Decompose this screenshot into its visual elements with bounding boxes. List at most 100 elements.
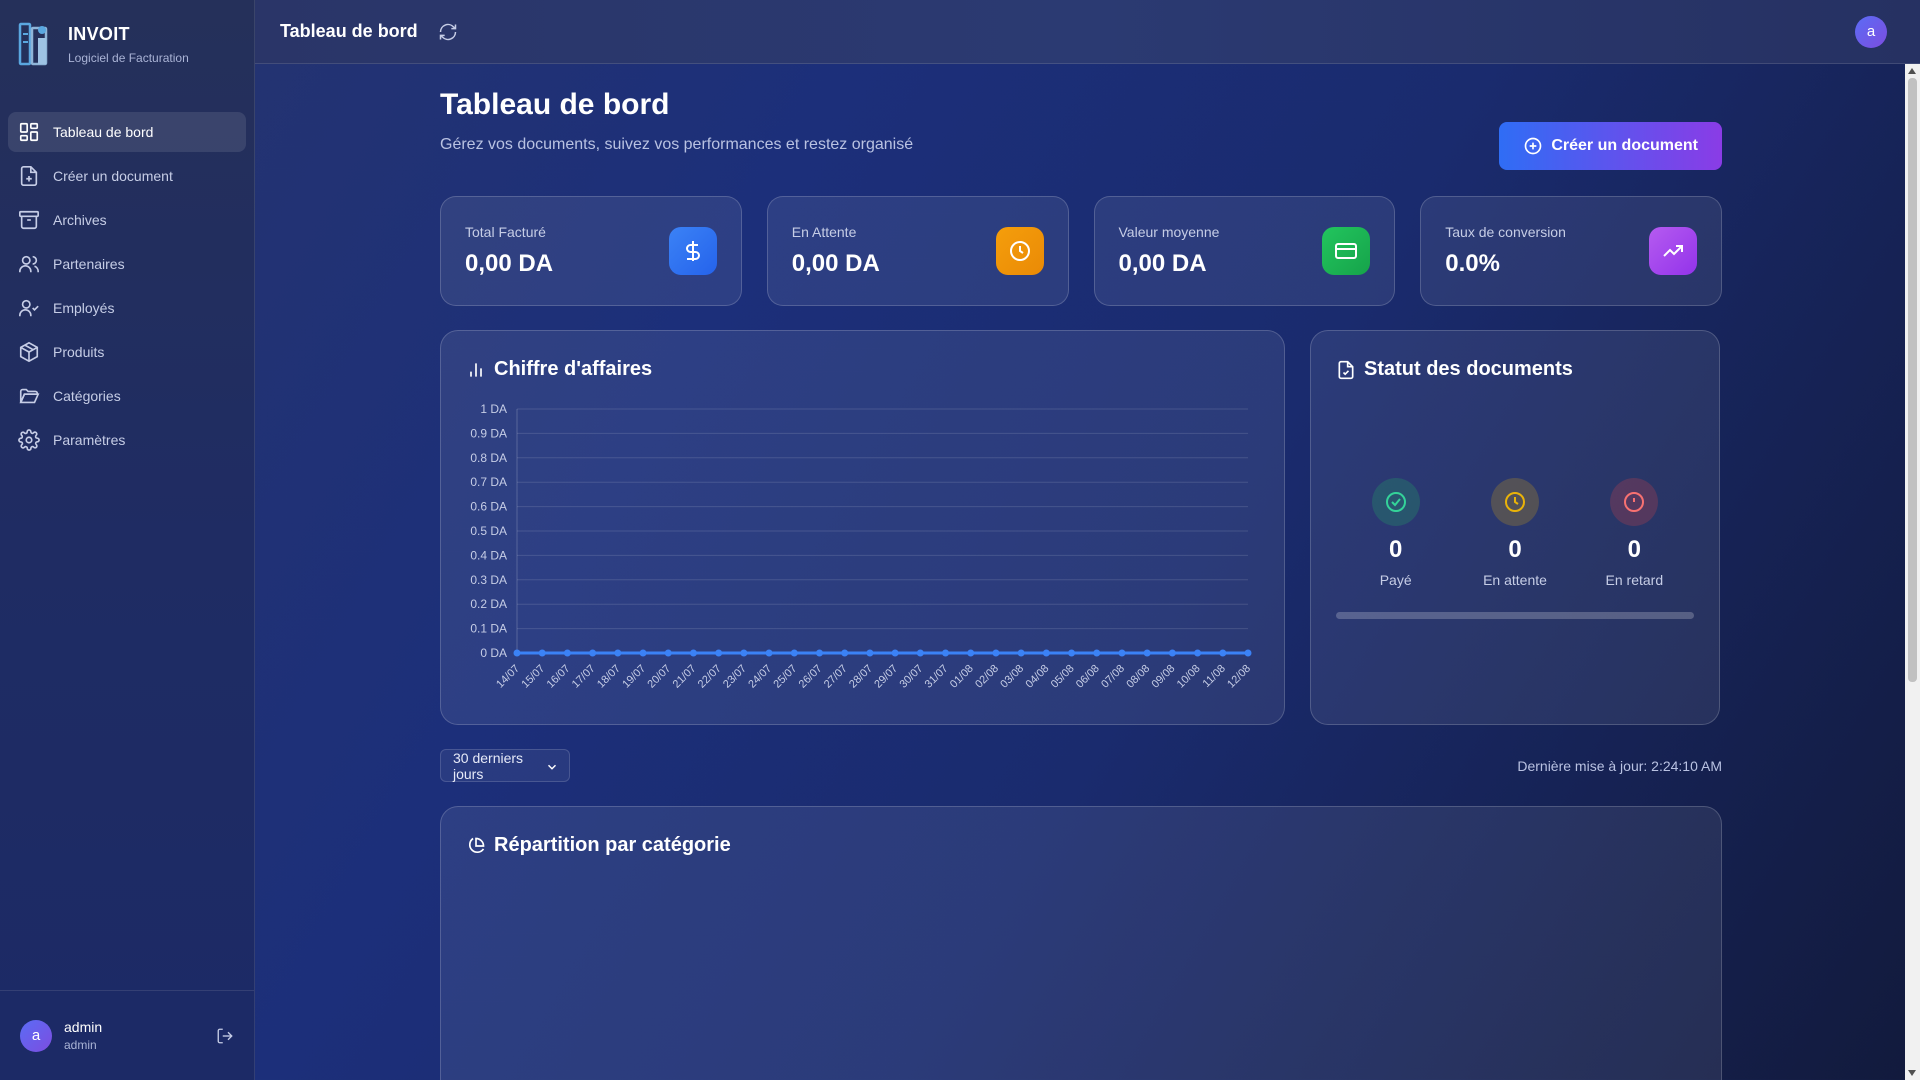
check-circle-icon bbox=[1385, 492, 1406, 512]
stat-card-total: Total Facturé 0,00 DA bbox=[440, 196, 742, 306]
chart-data-point bbox=[1118, 649, 1126, 657]
alert-circle-icon bbox=[1624, 492, 1645, 512]
chart-x-tick-label: 12/08 bbox=[1225, 663, 1253, 691]
chart-x-tick-label: 05/08 bbox=[1049, 663, 1077, 691]
clock-icon bbox=[1504, 492, 1525, 512]
chart-x-tick-label: 18/07 bbox=[595, 663, 623, 691]
sidebar-item-dashboard[interactable]: Tableau de bord bbox=[8, 112, 246, 152]
create-document-button[interactable]: Créer un document bbox=[1499, 122, 1722, 170]
chart-x-tick-label: 14/07 bbox=[494, 663, 522, 691]
sidebar: INVOIT Logiciel de Facturation Tableau d… bbox=[0, 0, 255, 1080]
chart-data-point bbox=[1068, 649, 1076, 657]
revenue-chart-panel: 0 DA 0.1 DA 0.2 DA 0.3 DA 0.4 DA 0.5 DA 0.6 DA… bbox=[440, 330, 1285, 725]
stat-value: 0.0% bbox=[1445, 250, 1500, 277]
sidebar-item-products[interactable]: Produits bbox=[8, 332, 246, 372]
stat-icon-box bbox=[995, 227, 1044, 275]
chart-x-tick-label: 21/07 bbox=[671, 663, 699, 691]
chart-data-point bbox=[740, 649, 748, 657]
stat-icon-box bbox=[668, 227, 717, 275]
header-avatar[interactable]: a bbox=[1855, 15, 1887, 48]
chart-data-point bbox=[891, 649, 899, 657]
chart-data-point bbox=[589, 649, 597, 657]
status-paid: 0 Payé bbox=[1336, 478, 1455, 588]
chart-data-point bbox=[765, 649, 773, 657]
dollar-icon bbox=[685, 241, 700, 261]
trending-up-icon bbox=[1663, 245, 1683, 257]
sidebar-item-categories[interactable]: Catégories bbox=[8, 376, 246, 416]
stat-label: En Attente bbox=[791, 224, 857, 240]
status-count: 0 bbox=[1388, 536, 1403, 563]
chart-x-tick-label: 31/07 bbox=[923, 663, 951, 691]
credit-card-icon bbox=[1335, 243, 1358, 259]
chart-y-tick-label: 0.3 DA bbox=[470, 573, 507, 587]
revenue-title-text: Chiffre d'affaires bbox=[494, 358, 653, 380]
stat-label: Total Facturé bbox=[465, 224, 546, 240]
bar-chart-icon bbox=[470, 362, 482, 377]
stat-value: 0,00 DA bbox=[791, 250, 880, 277]
chart-data-point bbox=[614, 649, 622, 657]
status-icon-circle bbox=[1371, 478, 1420, 526]
stat-card-conversion: Taux de conversion 0.0% bbox=[1420, 196, 1722, 306]
brand[interactable]: INVOIT Logiciel de Facturation bbox=[0, 0, 254, 88]
top-header: Tableau de bord a bbox=[255, 0, 1920, 64]
invoit-logo-icon bbox=[18, 22, 48, 66]
status-title-text: Statut des documents bbox=[1364, 358, 1573, 380]
chart-data-point bbox=[866, 649, 874, 657]
file-check-icon bbox=[1338, 360, 1354, 379]
chart-x-tick-label: 26/07 bbox=[797, 663, 825, 691]
chart-data-point bbox=[841, 649, 849, 657]
sidebar-item-label: Produits bbox=[53, 344, 105, 360]
refresh-icon[interactable] bbox=[438, 22, 458, 42]
avatar[interactable]: a bbox=[20, 1019, 52, 1052]
chart-data-point bbox=[1143, 649, 1151, 657]
user-role: admin bbox=[64, 1038, 97, 1052]
chart-x-tick-label: 28/07 bbox=[847, 663, 875, 691]
chart-x-tick-label: 03/08 bbox=[998, 663, 1026, 691]
sidebar-item-label: Employés bbox=[53, 300, 115, 316]
sidebar-item-label: Créer un document bbox=[53, 168, 173, 184]
status-label: En retard bbox=[1605, 572, 1664, 588]
chart-x-tick-label: 02/08 bbox=[973, 663, 1001, 691]
sidebar-item-settings[interactable]: Paramètres bbox=[8, 420, 246, 460]
chart-x-tick-label: 19/07 bbox=[620, 663, 648, 691]
sidebar-item-create-document[interactable]: Créer un document bbox=[8, 156, 246, 196]
scroll-up-arrow[interactable] bbox=[1908, 68, 1916, 74]
period-select[interactable]: 30 derniers jours bbox=[440, 749, 570, 782]
archive-icon bbox=[19, 210, 39, 230]
chart-x-tick-label: 10/08 bbox=[1175, 663, 1203, 691]
stat-label: Taux de conversion bbox=[1445, 224, 1566, 240]
chart-data-point bbox=[1194, 649, 1202, 657]
status-pending: 0 En attente bbox=[1455, 478, 1574, 588]
stat-value: 0,00 DA bbox=[1118, 250, 1207, 277]
sidebar-item-archives[interactable]: Archives bbox=[8, 200, 246, 240]
chart-y-tick-label: 0.7 DA bbox=[470, 475, 507, 489]
chart-x-tick-label: 27/07 bbox=[822, 663, 850, 691]
chart-data-point bbox=[916, 649, 924, 657]
status-icon-circle bbox=[1490, 478, 1539, 526]
chart-data-point bbox=[563, 649, 571, 657]
chart-y-tick-label: 0.5 DA bbox=[470, 524, 507, 538]
scroll-thumb[interactable] bbox=[1908, 78, 1917, 682]
status-count: 0 bbox=[1508, 536, 1522, 563]
sidebar-item-label: Tableau de bord bbox=[53, 124, 154, 140]
chart-x-tick-label: 30/07 bbox=[897, 663, 925, 691]
logout-icon[interactable] bbox=[216, 1027, 234, 1045]
category-title-text: Répartition par catégorie bbox=[494, 834, 731, 856]
page-title: Tableau de bord bbox=[440, 88, 670, 121]
sidebar-item-partners[interactable]: Partenaires bbox=[8, 244, 246, 284]
main-content: Tableau de bord Gérez vos documents, sui… bbox=[440, 64, 1722, 1080]
chart-data-point bbox=[815, 649, 823, 657]
chart-y-tick-label: 1 DA bbox=[480, 402, 507, 416]
stat-icon-box bbox=[1649, 227, 1697, 275]
chart-x-tick-label: 15/07 bbox=[519, 663, 547, 691]
chart-y-tick-label: 0.1 DA bbox=[470, 622, 507, 636]
file-plus-icon bbox=[20, 166, 38, 186]
chart-data-point bbox=[715, 649, 723, 657]
sidebar-item-employees[interactable]: Employés bbox=[8, 288, 246, 328]
page-scrollbar[interactable] bbox=[1905, 64, 1920, 1080]
chart-x-tick-label: 11/08 bbox=[1201, 663, 1228, 690]
category-title: Répartition par catégorie bbox=[466, 834, 731, 857]
scroll-down-arrow[interactable] bbox=[1908, 1070, 1916, 1076]
sidebar-item-label: Partenaires bbox=[53, 256, 125, 272]
sidebar-item-label: Catégories bbox=[53, 388, 121, 404]
